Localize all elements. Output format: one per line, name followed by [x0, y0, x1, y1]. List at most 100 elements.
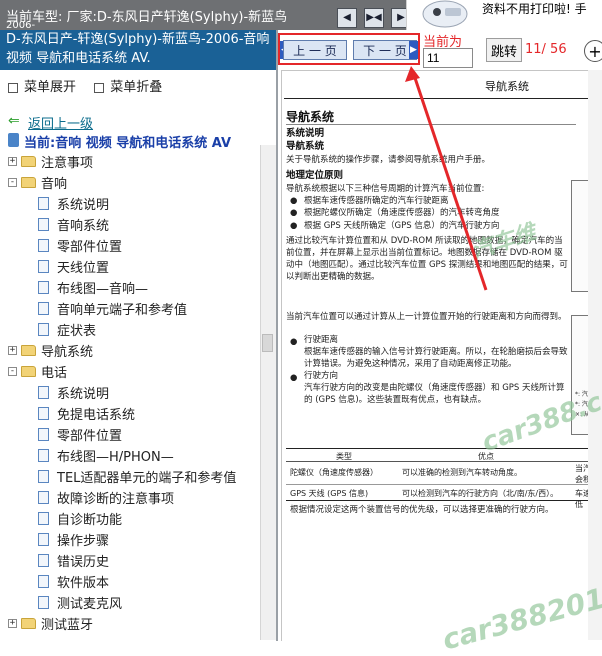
tree-item[interactable]: 音响单元端子和参考值 [38, 298, 187, 319]
section-heading: 系统说明 [286, 128, 325, 139]
page-count: 11/ 56 [525, 42, 567, 57]
tree-item[interactable]: 系统说明 [38, 382, 109, 403]
tree-label[interactable]: 布线图—H/PHON— [57, 446, 174, 465]
tree-folder[interactable]: + 测试蓝牙 [8, 613, 93, 634]
collapse-all-button[interactable]: 菜单折叠 [110, 80, 162, 95]
collapse-icon [94, 82, 105, 93]
tree-item[interactable]: 音响系统 [38, 214, 109, 235]
tree-label[interactable]: 天线位置 [57, 257, 109, 276]
tree-item[interactable]: 布线图—音响— [38, 277, 148, 298]
tree-label[interactable]: TEL适配器单元的端子和参考值 [57, 467, 236, 486]
tree-item[interactable]: 零部件位置 [38, 424, 122, 445]
zoom-in-icon[interactable]: + [584, 40, 602, 62]
tree-label[interactable]: 电话 [41, 362, 67, 381]
document-icon [38, 512, 49, 525]
tree-label[interactable]: 零部件位置 [57, 425, 122, 444]
bullet-icon: ● [290, 337, 298, 347]
tree-item[interactable]: 自诊断功能 [38, 508, 122, 529]
tree-label[interactable]: 自诊断功能 [57, 509, 122, 528]
doc-paragraph: 关于导航系统的操作步骤，请参阅导航系统用户手册。 [286, 155, 491, 165]
tree-item[interactable]: 软件版本 [38, 571, 109, 592]
tree-item[interactable]: 症状表 [38, 319, 96, 340]
menu-toggle-row: 菜单展开 菜单折叠 [8, 76, 162, 95]
tree-label[interactable]: 音响单元端子和参考值 [57, 299, 187, 318]
table-cell: GPS 天线 (GPS 信息) [290, 489, 369, 498]
nav-button-1[interactable]: ◀ [337, 8, 357, 28]
folder-icon [21, 618, 36, 629]
tree-label[interactable]: 音响 [41, 173, 67, 192]
tree-label[interactable]: 症状表 [57, 320, 96, 339]
tree-label[interactable]: 系统说明 [57, 383, 109, 402]
document-icon [38, 302, 49, 315]
tree-label[interactable]: 免提电话系统 [57, 404, 135, 423]
document-icon [38, 197, 49, 210]
doc-paragraph: 导航系统根据以下三种信号周期的计算汽车当前位置: [286, 184, 485, 194]
nav-button-2[interactable]: ▶◀ [364, 8, 384, 28]
left-scrollbar[interactable] [260, 145, 276, 640]
tree-item[interactable]: 零部件位置 [38, 235, 122, 256]
doc-bullet-title: 行驶距离 [304, 335, 339, 345]
tree-label[interactable]: 错误历史 [57, 551, 109, 570]
expand-icon[interactable]: + [8, 619, 17, 628]
left-scrollbar-thumb[interactable] [262, 334, 273, 352]
tree-item[interactable]: 系统说明 [38, 193, 109, 214]
tree-label[interactable]: 注意事项 [41, 152, 93, 171]
document-scrollbar[interactable] [588, 70, 602, 640]
tree-label[interactable]: 故障诊断的注意事项 [57, 488, 174, 507]
mascot-icon [422, 0, 468, 28]
doc-bullet: 根据 GPS 天线所确定（GPS 信息）的汽车行驶方向 [304, 221, 500, 231]
document-icon [38, 260, 49, 273]
tree-item[interactable]: 错误历史 [38, 550, 109, 571]
tree-item[interactable]: 天线位置 [38, 256, 109, 277]
next-arrow-icon[interactable]: ▶ [409, 41, 418, 59]
section-subheading: 导航系统 [286, 141, 325, 152]
tree-label[interactable]: 布线图—音响— [57, 278, 148, 297]
tree-label[interactable]: 测试麦克风 [57, 593, 122, 612]
tree-label[interactable]: 测试蓝牙 [41, 614, 93, 633]
expand-icon[interactable]: + [8, 346, 17, 355]
doc-bullet: 汽车行驶方向的改变是由陀螺仪（角速度传感器）和 GPS 天线所计算的 (GPS … [304, 383, 565, 405]
tree-item[interactable]: 布线图—H/PHON— [38, 445, 174, 466]
jump-button[interactable]: 跳转 [486, 38, 522, 62]
back-link[interactable]: 返回上一级 [28, 113, 93, 132]
title-rule [286, 124, 576, 125]
table-rule [286, 461, 602, 462]
prev-page-button[interactable]: 上 一 页 [283, 40, 347, 60]
tree-label[interactable]: 音响系统 [57, 215, 109, 234]
folder-icon [21, 366, 36, 377]
tree-label[interactable]: 操作步骤 [57, 530, 109, 549]
next-page-button[interactable]: 下 一 页 [353, 40, 417, 60]
collapse-icon[interactable]: - [8, 367, 17, 376]
tree-label[interactable]: 软件版本 [57, 572, 109, 591]
current-section: 当前:音响 视频 导航和电话系统 AV [24, 136, 232, 151]
page-number-input[interactable] [423, 48, 473, 68]
bullet-icon: ● [290, 221, 298, 231]
back-arrow-icon[interactable]: ⇐ [8, 113, 20, 129]
doc-bullet-title: 行驶方向 [304, 371, 339, 381]
collapse-icon[interactable]: - [8, 178, 17, 187]
document-title: 导航系统 [286, 110, 335, 124]
document-icon [38, 596, 49, 609]
tree-item[interactable]: 故障诊断的注意事项 [38, 487, 174, 508]
tree-folder[interactable]: + 注意事项 [8, 151, 93, 172]
expand-icon[interactable]: + [8, 157, 17, 166]
tree-folder[interactable]: - 音响 [8, 172, 67, 193]
tree-label[interactable]: 零部件位置 [57, 236, 122, 255]
table-cell: 可以准确的检测到汽车转动角度。 [402, 468, 522, 477]
folder-icon [21, 156, 36, 167]
document-icon [38, 575, 49, 588]
table-rule [286, 500, 602, 501]
document-icon [38, 407, 49, 420]
document-icon [38, 239, 49, 252]
tree-item[interactable]: 测试麦克风 [38, 592, 122, 613]
tree-folder[interactable]: + 导航系统 [8, 340, 93, 361]
tree-label[interactable]: 系统说明 [57, 194, 109, 213]
tree-item[interactable]: 操作步骤 [38, 529, 109, 550]
document-header: 导航系统 [485, 80, 529, 93]
doc-bullet: 根据陀螺仪所确定（角速度传感器）的汽车转弯角度 [304, 208, 500, 218]
tree-folder[interactable]: - 电话 [8, 361, 67, 382]
expand-all-button[interactable]: 菜单展开 [24, 80, 76, 95]
tree-item[interactable]: 免提电话系统 [38, 403, 135, 424]
tree-label[interactable]: 导航系统 [41, 341, 93, 360]
tree-item[interactable]: TEL适配器单元的端子和参考值 [38, 466, 236, 487]
